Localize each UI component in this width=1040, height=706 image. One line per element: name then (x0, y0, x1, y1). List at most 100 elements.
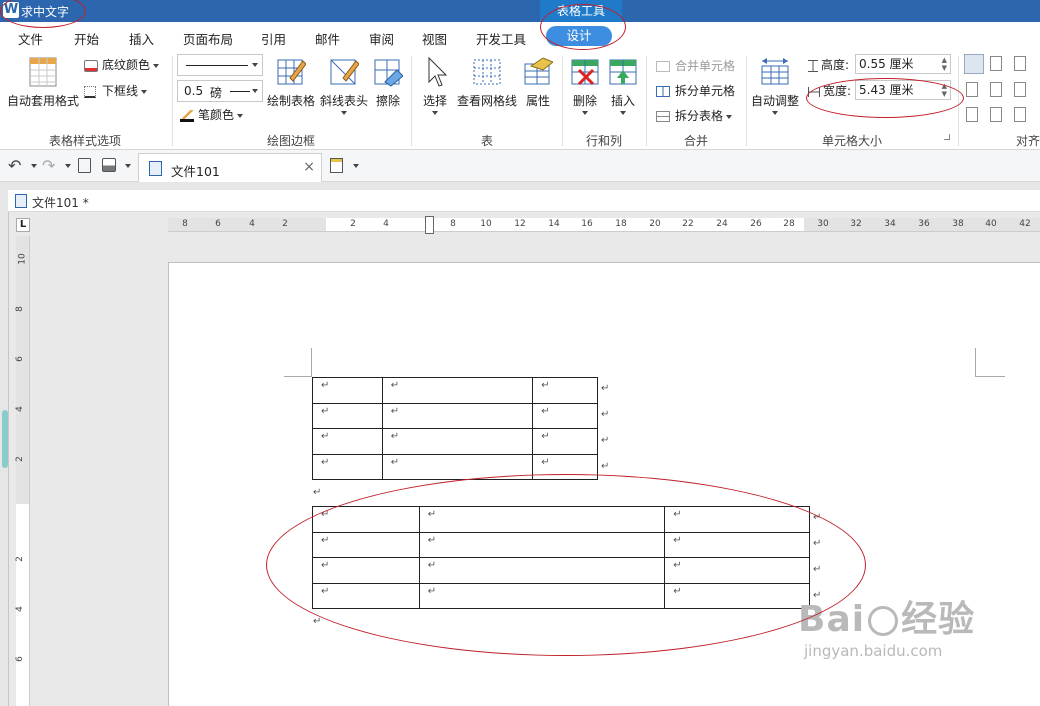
border-icon (84, 85, 96, 98)
eraser-button[interactable]: 擦除 (371, 56, 405, 109)
table-cell[interactable]: ↵ (312, 582, 420, 609)
table-cell[interactable]: ↵ (418, 506, 666, 533)
new-document-icon[interactable] (330, 158, 343, 173)
table-cell[interactable]: ↵ (532, 402, 598, 429)
autofit-button[interactable]: 自动调整 (750, 56, 800, 115)
horizontal-ruler[interactable]: 8 6 4 2 2 4 8 10 12 14 16 18 20 22 24 26 28 30 32 34 36 38 40 4… (168, 216, 1040, 234)
table-row: ↵ ↵ ↵ (312, 506, 810, 533)
insert-button[interactable]: 插入 (606, 56, 640, 115)
table-cell[interactable]: ↵ (418, 557, 666, 584)
align-middle-center-button[interactable] (990, 82, 1002, 97)
table-cell[interactable]: ↵ (312, 402, 383, 429)
table-cell[interactable]: ↵ (312, 428, 383, 455)
line-style-preview (186, 65, 248, 66)
save-icon[interactable] (102, 158, 116, 172)
dialog-launcher-icon[interactable] (944, 134, 950, 140)
ruler-tick-label: 10 (480, 219, 492, 229)
ruler-tick-label: 6 (215, 219, 221, 229)
tab-label: 文件101 (171, 164, 220, 179)
table-2[interactable]: ↵ ↵ ↵ ↵ ↵ ↵ ↵ ↵ ↵ ↵ ↵ ↵ (312, 506, 810, 609)
table-cell[interactable]: ↵ (532, 453, 598, 480)
table-cell[interactable]: ↵ (664, 506, 810, 533)
row-end-mark: ↵ (813, 512, 822, 523)
close-icon[interactable]: × (303, 159, 315, 175)
column-width-input[interactable]: 5.43 厘米 ▲ ▼ (855, 80, 951, 100)
bottom-border-button[interactable]: 下框线 (84, 82, 148, 99)
tab-document-101[interactable]: 文件101 × (138, 153, 322, 182)
view-gridlines-button[interactable]: 查看网格线 (454, 56, 520, 109)
app-title: 求中文字 (21, 5, 70, 19)
redo-icon[interactable]: ↷ (42, 156, 55, 175)
pen-icon (180, 109, 194, 122)
table-cell[interactable]: ↵ (312, 506, 420, 533)
draw-table-button[interactable]: 绘制表格 (265, 56, 317, 109)
delete-label: 删除 (572, 94, 597, 108)
ruler-tick-label: 4 (14, 406, 25, 412)
chevron-down-icon[interactable] (65, 164, 71, 168)
table-cell[interactable]: ↵ (312, 531, 420, 558)
line-weight-dropdown[interactable]: 0.5 磅 (177, 80, 263, 102)
menu-insert[interactable]: 插入 (129, 29, 154, 48)
align-middle-right-button[interactable] (1014, 82, 1026, 97)
rows-columns-group-label: 行和列 (585, 134, 622, 148)
menu-home[interactable]: 开始 (74, 29, 99, 48)
diagonal-header-button[interactable]: 斜线表头 (319, 56, 369, 115)
align-top-center-button[interactable] (990, 56, 1002, 71)
first-line-indent-marker[interactable] (425, 216, 434, 234)
table-cell[interactable]: ↵ (664, 531, 810, 558)
menu-page-layout[interactable]: 页面布局 (183, 29, 233, 48)
align-bottom-right-button[interactable] (1014, 107, 1026, 122)
shading-color-button[interactable]: 底纹颜色 (84, 56, 160, 73)
align-bottom-left-button[interactable] (966, 107, 978, 122)
menu-mailings[interactable]: 邮件 (315, 29, 340, 48)
chevron-down-icon[interactable] (125, 164, 131, 168)
menu-view[interactable]: 视图 (422, 29, 447, 48)
left-scroll-thumb[interactable] (2, 410, 8, 468)
table-cell[interactable]: ↵ (312, 557, 420, 584)
merge-cells-button[interactable]: 合并单元格 (656, 57, 735, 74)
table-cell[interactable]: ↵ (532, 377, 598, 404)
menu-developer[interactable]: 开发工具 (476, 29, 526, 48)
table-cell[interactable]: ↵ (532, 428, 598, 455)
split-cells-button[interactable]: 拆分单元格 (656, 82, 735, 99)
table-cell[interactable]: ↵ (664, 582, 810, 609)
align-bottom-center-button[interactable] (990, 107, 1002, 122)
auto-format-button[interactable]: 自动套用格式 (6, 56, 80, 109)
menu-design[interactable]: 设计 (546, 26, 612, 46)
table-cell[interactable]: ↵ (418, 531, 666, 558)
tab-stop-selector[interactable]: L (16, 218, 30, 232)
undo-icon[interactable]: ↶ (8, 156, 21, 175)
ruler-tick-label: 28 (783, 219, 795, 229)
table-cell[interactable]: ↵ (418, 582, 666, 609)
split-table-button[interactable]: 拆分表格 (656, 107, 733, 124)
menu-review[interactable]: 审阅 (369, 29, 394, 48)
pen-color-button[interactable]: 笔颜色 (180, 106, 244, 123)
table-cell[interactable]: ↵ (312, 377, 383, 404)
table-1[interactable]: ↵ ↵ ↵ ↵ ↵ ↵ ↵ ↵ ↵ ↵ ↵ ↵ (312, 377, 598, 480)
draw-table-icon (277, 59, 306, 85)
properties-button[interactable]: 属性 (521, 56, 555, 109)
table-cell[interactable]: ↵ (312, 453, 383, 480)
ruler-tick-label: 26 (750, 219, 762, 229)
chevron-down-icon[interactable] (353, 164, 359, 168)
align-top-right-button[interactable] (1014, 56, 1026, 71)
cell-size-group-label: 单元格大小 (821, 134, 882, 148)
spinner-arrows-icon[interactable]: ▲ ▼ (942, 56, 947, 72)
line-style-dropdown[interactable] (177, 54, 263, 76)
menu-file[interactable]: 文件 (18, 29, 43, 48)
table-cell[interactable]: ↵ (381, 428, 534, 455)
spinner-arrows-icon[interactable]: ▲ ▼ (942, 82, 947, 98)
align-top-left-button[interactable] (964, 54, 984, 74)
table-cell[interactable]: ↵ (664, 557, 810, 584)
select-button[interactable]: 选择 (418, 56, 452, 115)
delete-button[interactable]: 删除 (568, 56, 602, 115)
menu-references[interactable]: 引用 (261, 29, 286, 48)
row-height-input[interactable]: 0.55 厘米 ▲ ▼ (855, 54, 951, 74)
table-cell[interactable]: ↵ (381, 377, 534, 404)
print-preview-icon[interactable] (78, 158, 91, 173)
table-cell[interactable]: ↵ (381, 453, 534, 480)
table-cell[interactable]: ↵ (381, 402, 534, 429)
chevron-down-icon[interactable] (31, 164, 37, 168)
align-middle-left-button[interactable] (966, 82, 978, 97)
vertical-ruler[interactable]: 1086422468 (14, 236, 30, 706)
